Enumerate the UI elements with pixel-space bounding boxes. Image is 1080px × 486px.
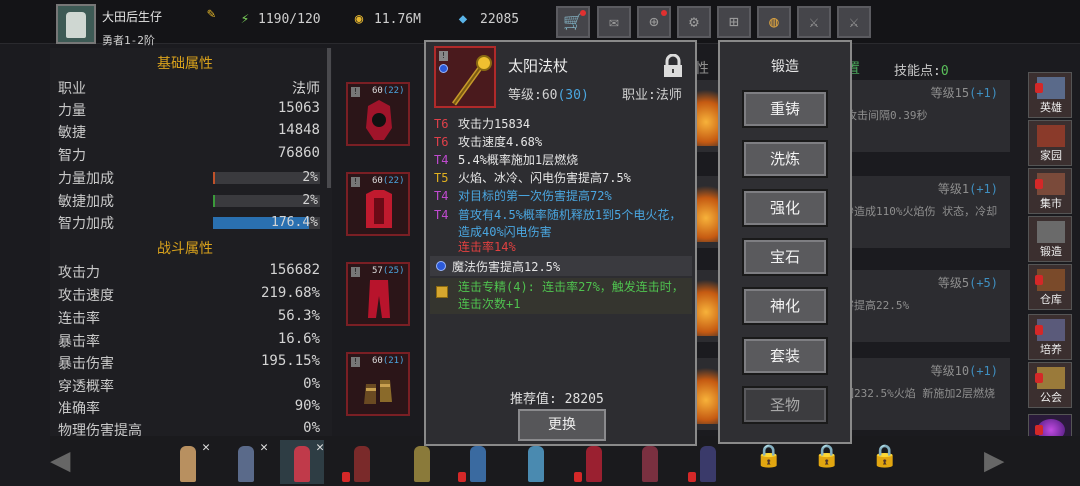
sword-disabled-icon[interactable]: ⚔ [837, 6, 871, 38]
stat-row: 暴击率 16.6% [58, 331, 320, 350]
locked-slot-lock-icon: 🔒 [755, 444, 783, 469]
replace-button[interactable]: 更换 [518, 409, 606, 441]
gold-coin-icon: ◉ [354, 11, 364, 27]
hero-slot[interactable] [686, 440, 730, 484]
item-affix: T4 普攻有4.5%概率随机释放1到5个电火花，造成40%闪电伤害 [434, 208, 682, 239]
gift-icon[interactable]: ⊞ [717, 6, 751, 38]
combat-attributes-title: 战斗属性 [157, 241, 213, 257]
equipment-slot-helmet[interactable]: ! 60(22) [346, 82, 410, 146]
hero-bar-left-arrow[interactable]: ◀ [50, 440, 88, 480]
player-avatar[interactable] [56, 4, 96, 44]
nav-guild[interactable]: 公会 [1028, 362, 1072, 408]
player-rank: 勇者1-2阶 [102, 34, 155, 47]
item-level: 等级:60(30) [508, 88, 589, 103]
hero-slot-selected[interactable]: ✕ [280, 440, 324, 484]
stat-row: 暴击伤害 195.15% [58, 353, 320, 372]
stat-row: 攻击力 156682 [58, 262, 320, 281]
item-set-bonus-row: 连击专精(4): 连击率27%，触发连击时，连击次数+1 [430, 278, 692, 314]
hero-slot[interactable] [628, 440, 672, 484]
item-enhance-row: 魔法伤害提高12.5% [430, 256, 692, 276]
nav-market[interactable]: 集市 [1028, 168, 1072, 214]
item-detail-popup: ! 太阳法杖 等级:60(30) 职业:法师 T6 攻击力15834 T6 攻击速度… [424, 40, 697, 446]
locked-slot-lock-icon: 🔒 [871, 444, 899, 469]
nav-hero[interactable]: 英雄 [1028, 72, 1072, 118]
tab-attributes-peek[interactable]: 性 [695, 58, 709, 78]
stats-scrollbar[interactable] [327, 48, 331, 188]
set-button[interactable]: 套装 [742, 337, 828, 375]
item-name: 太阳法杖 [508, 57, 569, 75]
skill-points: 技能点:0 [894, 64, 949, 79]
equipment-slot-boots[interactable]: ! 60(21) [346, 352, 410, 416]
gem-value: 22085 [480, 12, 520, 27]
gem-icon [436, 261, 446, 271]
color-wheel-icon[interactable]: ◍ [757, 6, 791, 38]
edit-icon[interactable]: ✎ [207, 6, 223, 22]
shop-cart-icon[interactable]: 🛒 [556, 6, 590, 38]
sword-icon[interactable]: ⚔ [797, 6, 831, 38]
forge-title: 锻造 [771, 59, 799, 75]
recommend-value: 推荐值: 28205 [510, 392, 604, 407]
relic-button[interactable]: 圣物 [742, 386, 828, 424]
player-name: 大田后生仔 [102, 10, 163, 24]
lock-icon[interactable] [662, 54, 684, 78]
hero-slot[interactable]: ✕ [166, 440, 210, 484]
hero-slot[interactable] [340, 440, 384, 484]
enhance-button[interactable]: 强化 [742, 189, 828, 227]
hero-slot[interactable] [572, 440, 616, 484]
forge-menu: 锻造 重铸 洗炼 强化 宝石 神化 套装 圣物 [718, 40, 852, 444]
gear-icon[interactable]: ⚙ [677, 6, 711, 38]
stat-bar-row: 智力加成 176.4% [58, 215, 320, 232]
stat-row: 穿透概率 0% [58, 376, 320, 395]
basic-attributes-title: 基础属性 [157, 56, 213, 72]
gem-button[interactable]: 宝石 [742, 238, 828, 276]
stat-row: 准确率 90% [58, 398, 320, 417]
book-icon [436, 286, 448, 298]
locked-slot-lock-icon: 🔒 [813, 444, 841, 469]
stamina-icon: ⚡ [240, 11, 250, 27]
hero-slot[interactable] [456, 440, 500, 484]
item-icon-staff: ! [434, 46, 496, 108]
stat-row: 攻击速度 219.68% [58, 285, 320, 304]
nav-home[interactable]: 家园 [1028, 120, 1072, 166]
stamina-value: 1190/120 [258, 12, 321, 27]
refine-button[interactable]: 洗炼 [742, 140, 828, 178]
gem-icon: ◆ [458, 11, 468, 27]
deify-button[interactable]: 神化 [742, 287, 828, 325]
item-class: 职业:法师 [622, 88, 682, 103]
stats-panel: 基础属性 职业 法师 力量 15063 敏捷 14848 智力 76860 力量加成 2%… [50, 48, 332, 438]
hero-slot[interactable] [514, 440, 558, 484]
stat-row: 连击率 56.3% [58, 308, 320, 327]
equipment-slot-pants[interactable]: ! 57(25) [346, 262, 410, 326]
nav-forge[interactable]: 锻造 [1028, 216, 1072, 262]
equipment-slot-armor[interactable]: ! 60(22) [346, 172, 410, 236]
stat-bar-row: 敏捷加成 2% [58, 193, 320, 210]
gamepad-icon[interactable]: ⊕ [637, 6, 671, 38]
stat-row: 敏捷 14848 [58, 122, 320, 141]
hero-bar-right-arrow[interactable]: ▶ [984, 440, 1022, 480]
nav-train[interactable]: 培养 [1028, 314, 1072, 360]
nav-warehouse[interactable]: 仓库 [1028, 264, 1072, 310]
gold-value: 11.76M [374, 12, 421, 27]
stat-bar-row: 力量加成 2% [58, 170, 320, 187]
reforge-button[interactable]: 重铸 [742, 90, 828, 128]
hero-slot[interactable] [400, 440, 444, 484]
stat-row: 智力 76860 [58, 145, 320, 164]
stat-row: 职业 法师 [58, 81, 320, 97]
mail-icon[interactable]: ✉ [597, 6, 631, 38]
hero-slot[interactable]: ✕ [224, 440, 268, 484]
stat-row: 力量 15063 [58, 100, 320, 119]
